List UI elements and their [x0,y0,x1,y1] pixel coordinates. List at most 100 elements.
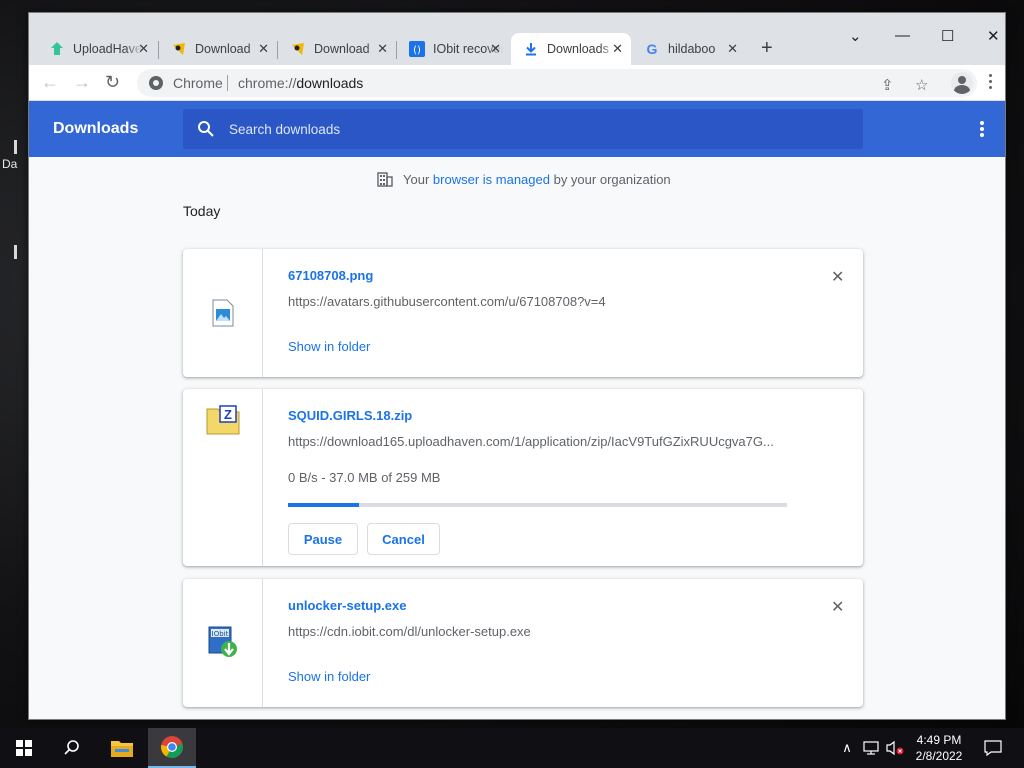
download-item-in-progress: Z SQUID.GIRLS.18.zip https://download165… [183,389,863,566]
windows-taskbar: ∧ 4:49 PM 2/8/2022 [0,728,1024,768]
tab-hildaboo[interactable]: G hildaboo ✕ [632,33,746,65]
building-icon [377,172,393,187]
tab-download-2[interactable]: Download ✕ [278,33,396,65]
file-url[interactable]: https://cdn.iobit.com/dl/unlocker-setup.… [288,624,788,639]
date-section-label: Today [183,203,221,219]
chrome-menu-icon[interactable] [989,74,993,92]
progress-fill [288,503,360,507]
svg-text:G: G [647,41,658,57]
tab-title: Downloads [547,42,609,56]
site-info[interactable]: Chrome [149,75,223,91]
close-window-icon[interactable]: ✕ [987,27,1000,45]
download-item: IObit unlocker-setup.exe https://cdn.iob… [183,579,863,707]
close-tab-icon[interactable]: ✕ [490,42,501,56]
file-icon-column [183,249,263,377]
file-explorer-icon[interactable] [98,728,146,768]
system-clock[interactable]: 4:49 PM 2/8/2022 [904,732,974,764]
file-url[interactable]: https://avatars.githubusercontent.com/u/… [288,294,788,309]
file-name-link[interactable]: 67108708.png [288,268,373,283]
bookmark-star-icon[interactable]: ☆ [915,76,928,94]
reload-icon[interactable]: ↻ [105,72,120,93]
download-arrow-icon [523,41,539,57]
clock-time: 4:49 PM [916,733,962,747]
volume-muted-icon[interactable] [884,728,906,768]
chrome-logo-icon [149,76,163,90]
new-tab-icon[interactable]: + [761,37,773,60]
search-icon [198,121,214,137]
search-taskbar-icon[interactable] [48,728,96,768]
file-icon-column: IObit [183,579,263,707]
notification-icon[interactable] [978,728,1008,768]
url-path: downloads [296,75,364,91]
file-name-link[interactable]: SQUID.GIRLS.18.zip [288,408,412,423]
installer-exe-icon: IObit [208,626,237,657]
downloads-page: Your browser is managed by your organiza… [29,157,1005,719]
back-arrow-icon[interactable]: ← [41,72,59,93]
tab-strip: UploadHaven ✕ Download ✕ Download ✕ () I… [29,13,1005,65]
managed-prefix: Your [403,171,430,187]
remove-item-icon[interactable]: ✕ [831,597,844,617]
downloads-header: Downloads [29,101,1005,157]
url-scheme: chrome:// [238,75,297,91]
managed-suffix: by your organization [553,171,671,187]
remove-item-icon[interactable]: ✕ [831,267,844,287]
cancel-button[interactable]: Cancel [367,523,440,555]
desktop-icon-fragment[interactable] [14,140,17,154]
browser-window: UploadHaven ✕ Download ✕ Download ✕ () I… [28,12,1006,720]
omnibox-divider [227,75,228,91]
file-name-link[interactable]: unlocker-setup.exe [288,598,407,613]
desktop-icon-fragment[interactable] [14,245,17,259]
tab-search-icon[interactable]: ⌄ [849,27,862,45]
image-file-icon [212,299,234,327]
download-progress-bar [288,503,787,507]
download-page-icon [171,41,187,57]
clock-date: 2/8/2022 [915,749,963,763]
network-icon[interactable] [860,728,882,768]
chrome-taskbar-icon[interactable] [148,728,196,768]
start-windows-icon[interactable] [0,728,48,768]
browser-toolbar: ← → ↻ Chrome chrome://downloads ⇪ ☆ [29,65,1005,101]
file-icon-column: Z [183,389,263,566]
share-icon[interactable]: ⇪ [881,76,894,94]
download-page-icon [290,41,306,57]
close-tab-icon[interactable]: ✕ [727,42,738,56]
forward-arrow-icon[interactable]: → [73,72,91,93]
maximize-icon[interactable]: ☐ [941,27,954,45]
tab-iobit[interactable]: () IObit recovery ✕ [397,33,509,65]
tab-title: Download [195,42,251,56]
profile-avatar-icon[interactable] [951,72,973,94]
minimize-icon[interactable]: — [895,27,910,44]
address-bar[interactable]: Chrome chrome://downloads ⇪ ☆ [137,69,977,97]
svg-text:Z: Z [224,407,232,422]
svg-text:(): () [413,45,421,56]
close-tab-icon[interactable]: ✕ [138,42,149,56]
zip-archive-icon: Z [206,405,240,435]
show-in-folder-link[interactable]: Show in folder [288,339,370,354]
download-status: 0 B/s - 37.0 MB of 259 MB [288,470,441,485]
download-item: 67108708.png https://avatars.githubuserc… [183,249,863,377]
close-tab-icon[interactable]: ✕ [612,42,623,56]
url-text[interactable]: chrome://downloads [238,75,363,91]
show-in-folder-link[interactable]: Show in folder [288,669,370,684]
chevron-up-icon[interactable]: ∧ [836,728,858,768]
close-tab-icon[interactable]: ✕ [377,42,388,56]
file-url[interactable]: https://download165.uploadhaven.com/1/ap… [288,434,788,449]
pause-button[interactable]: Pause [288,523,358,555]
managed-link[interactable]: browser is managed [433,172,550,187]
google-icon: G [644,41,660,57]
tab-title: UploadHaven [73,42,143,56]
tab-downloads[interactable]: Downloads ✕ [511,33,631,65]
search-input[interactable] [229,119,829,139]
page-title: Downloads [53,120,139,137]
uploadhaven-icon [49,41,65,57]
site-label: Chrome [173,75,223,91]
tab-download-1[interactable]: Download ✕ [159,33,277,65]
search-box[interactable] [183,109,863,149]
downloads-menu-icon[interactable] [980,121,984,139]
tab-uploadhaven[interactable]: UploadHaven ✕ [37,33,157,65]
close-tab-icon[interactable]: ✕ [258,42,269,56]
desktop-icon-label[interactable]: Da [2,157,17,171]
svg-text:IObit: IObit [212,630,229,638]
iobit-icon: () [409,41,425,57]
tab-title: Download [314,42,370,56]
